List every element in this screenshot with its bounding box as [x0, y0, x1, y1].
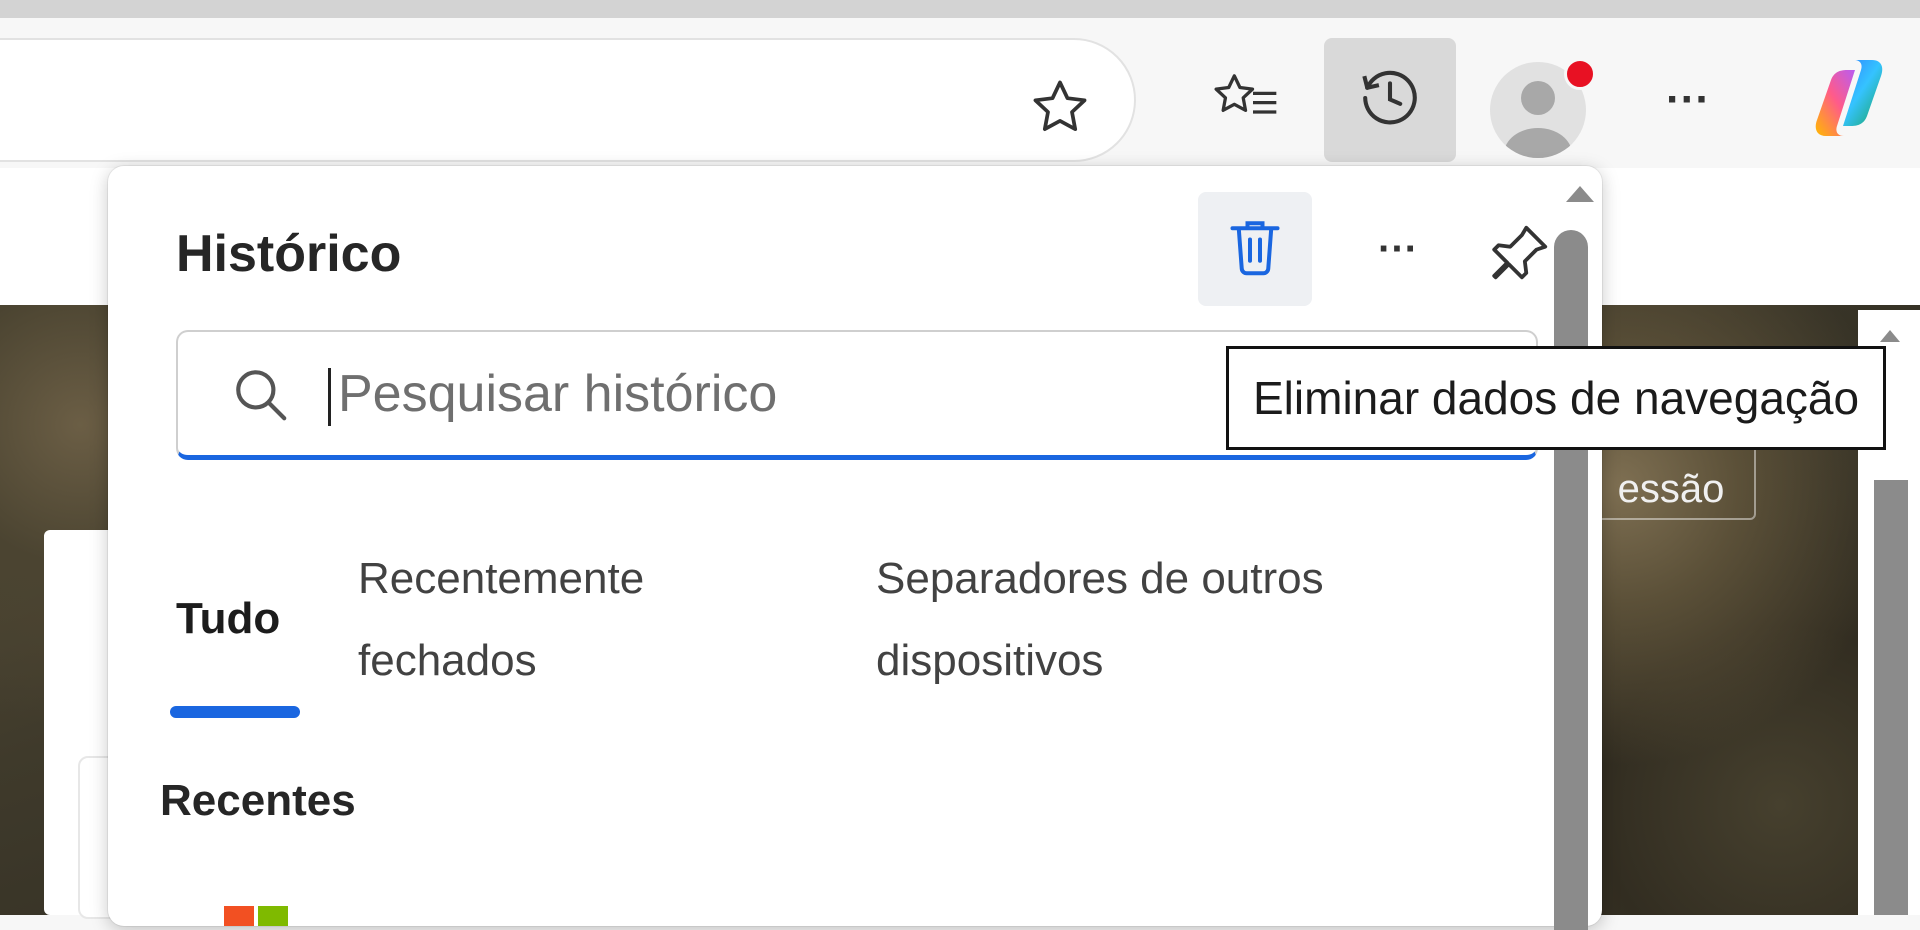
- history-panel: Histórico ··· Tudo Recentemente fechados…: [108, 166, 1602, 930]
- more-horizontal-icon: ···: [1378, 226, 1418, 271]
- add-favorite-star-icon[interactable]: [1020, 70, 1100, 144]
- address-bar[interactable]: [0, 38, 1136, 162]
- active-tab-indicator: [170, 706, 300, 718]
- panel-scrollbar-thumb[interactable]: [1554, 230, 1588, 930]
- site-favicon-icon: [224, 906, 288, 926]
- history-button[interactable]: [1324, 38, 1456, 162]
- tab-all[interactable]: Tudo: [176, 578, 280, 660]
- delete-browsing-data-button[interactable]: [1198, 192, 1312, 306]
- copilot-icon: [1802, 50, 1898, 151]
- page-scrollbar-thumb[interactable]: [1874, 480, 1908, 915]
- favorites-button[interactable]: [1180, 38, 1312, 162]
- history-clock-icon: [1355, 63, 1425, 138]
- panel-title: Histórico: [176, 225, 402, 283]
- section-heading-recent: Recentes: [160, 776, 356, 825]
- delete-data-tooltip: Eliminar dados de navegação: [1226, 346, 1887, 450]
- tab-recently-closed[interactable]: Recentemente fechados: [358, 538, 738, 702]
- notification-dot: [1564, 58, 1596, 90]
- page-scroll-up-arrow-icon[interactable]: [1880, 330, 1900, 342]
- favorites-list-icon: [1211, 66, 1281, 135]
- panel-scroll-up-arrow-icon[interactable]: [1566, 186, 1594, 202]
- trash-icon: [1225, 213, 1285, 286]
- copilot-button[interactable]: [1780, 38, 1920, 162]
- pin-panel-button[interactable]: [1484, 206, 1554, 306]
- history-more-options-button[interactable]: ···: [1348, 192, 1448, 306]
- window-top-strip: [0, 0, 1920, 18]
- more-horizontal-icon: ···: [1666, 75, 1710, 124]
- settings-more-button[interactable]: ···: [1622, 38, 1754, 162]
- search-icon: [230, 364, 292, 431]
- pin-icon: [1484, 219, 1554, 294]
- tab-other-devices[interactable]: Separadores de outros dispositivos: [876, 538, 1476, 702]
- text-caret: [328, 368, 331, 426]
